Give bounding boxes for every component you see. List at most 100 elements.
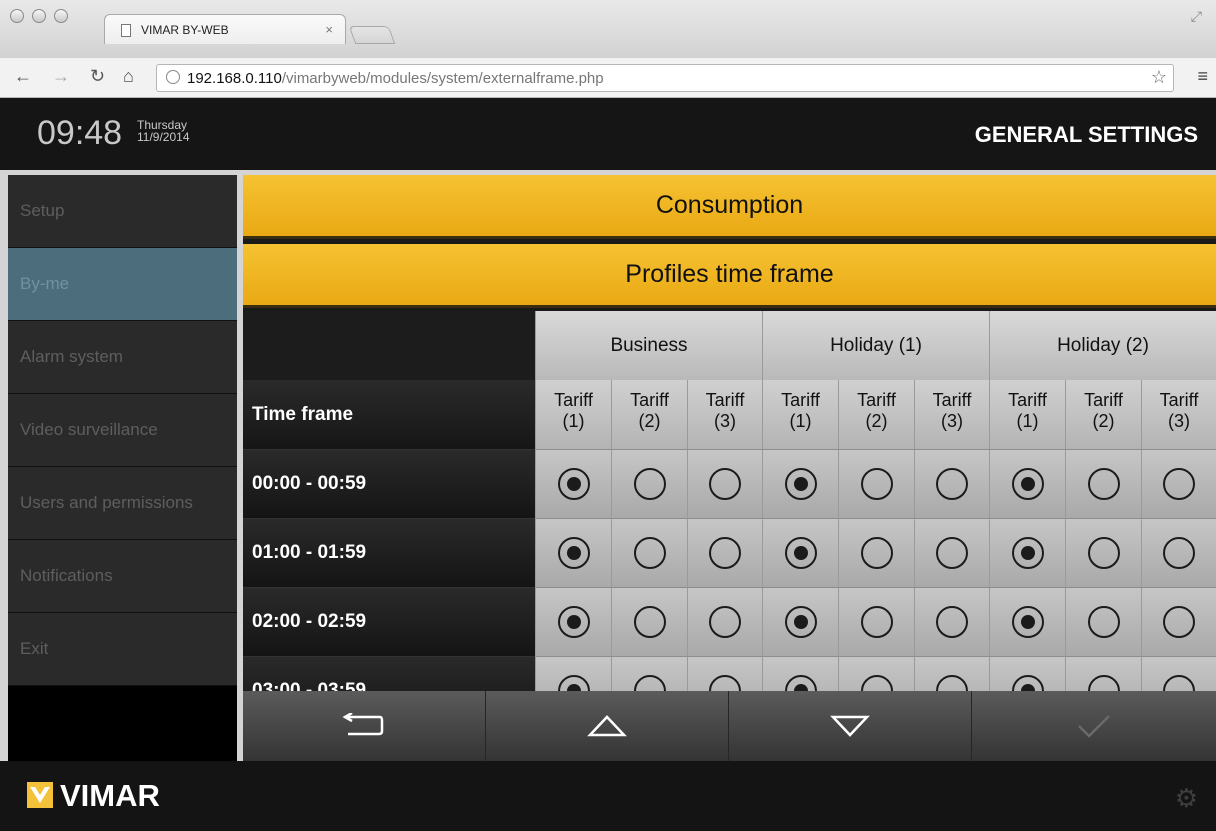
radio-empty-icon <box>709 675 741 691</box>
sidebar-item-notifications[interactable]: Notifications <box>8 540 237 613</box>
app-header: 09:48 Thursday 11/9/2014 GENERAL SETTING… <box>0 98 1216 170</box>
sidebar-item-video-surveillance[interactable]: Video surveillance <box>8 394 237 467</box>
tariff-radio-business-2[interactable] <box>611 587 687 656</box>
action-bar <box>243 691 1216 761</box>
radio-empty-icon <box>936 675 968 691</box>
tariff-radio-holiday-1-2[interactable] <box>838 449 914 518</box>
tariff-radio-holiday-2-3[interactable] <box>1141 518 1216 587</box>
tariff-radio-business-1[interactable] <box>535 449 611 518</box>
tariff-radio-business-1[interactable] <box>535 587 611 656</box>
browser-toolbar: ← → ↻ ⌂ 192.168.0.110/vimarbyweb/modules… <box>0 58 1216 98</box>
back-button[interactable] <box>243 691 486 761</box>
radio-selected-icon <box>784 468 817 500</box>
tariff-header-business-3: Tariff (3) <box>687 380 762 449</box>
tariff-radio-holiday-2-2[interactable] <box>1065 449 1141 518</box>
tariff-radio-holiday-2-1[interactable] <box>989 656 1065 691</box>
section-header[interactable]: Consumption <box>243 175 1216 239</box>
tariff-header-holiday-2-2: Tariff (2) <box>1065 380 1141 449</box>
tariff-radio-business-3[interactable] <box>687 518 762 587</box>
vimar-logo-icon <box>27 782 53 808</box>
tariff-radio-holiday-1-1[interactable] <box>762 656 838 691</box>
forward-icon[interactable]: → <box>52 66 70 87</box>
scroll-down-button[interactable] <box>729 691 972 761</box>
radio-selected-icon <box>784 675 817 691</box>
confirm-button[interactable] <box>972 691 1216 761</box>
back-icon <box>342 713 384 736</box>
window-zoom-button[interactable] <box>54 9 68 23</box>
fullscreen-icon[interactable]: ⤢ <box>1191 8 1202 25</box>
tariff-radio-holiday-2-1[interactable] <box>989 449 1065 518</box>
tariff-radio-holiday-1-1[interactable] <box>762 587 838 656</box>
tariff-radio-business-1[interactable] <box>535 656 611 691</box>
window-close-button[interactable] <box>10 9 24 23</box>
radio-selected-icon <box>1011 537 1044 569</box>
tariff-radio-business-1[interactable] <box>535 518 611 587</box>
tariff-radio-holiday-1-2[interactable] <box>838 656 914 691</box>
menu-icon[interactable]: ≡ <box>1197 66 1208 87</box>
tariff-radio-holiday-2-2[interactable] <box>1065 518 1141 587</box>
bookmark-star-icon[interactable]: ☆ <box>1151 67 1167 88</box>
subsection-header[interactable]: Profiles time frame <box>243 244 1216 308</box>
tariff-radio-holiday-2-2[interactable] <box>1065 656 1141 691</box>
tariff-header-holiday-1-3: Tariff (3) <box>914 380 989 449</box>
tariff-radio-holiday-1-2[interactable] <box>838 587 914 656</box>
tariff-radio-holiday-1-1[interactable] <box>762 518 838 587</box>
tariff-radio-business-2[interactable] <box>611 518 687 587</box>
tariff-radio-holiday-1-2[interactable] <box>838 518 914 587</box>
profile-header-business: Business <box>535 311 762 380</box>
tariff-radio-holiday-2-3[interactable] <box>1141 656 1216 691</box>
radio-empty-icon <box>1087 468 1120 500</box>
tab-close-icon[interactable]: × <box>325 22 333 37</box>
sidebar-item-alarm-system[interactable]: Alarm system <box>8 321 237 394</box>
radio-selected-icon <box>1011 675 1044 691</box>
radio-empty-icon <box>860 468 893 500</box>
reload-icon[interactable]: ↻ <box>90 66 105 87</box>
scroll-up-button[interactable] <box>486 691 729 761</box>
tariff-radio-business-3[interactable] <box>687 587 762 656</box>
radio-empty-icon <box>1163 606 1195 638</box>
address-bar[interactable]: 192.168.0.110/vimarbyweb/modules/system/… <box>156 64 1174 92</box>
new-tab-button[interactable] <box>348 26 396 44</box>
tariff-header-holiday-2-1: Tariff (1) <box>989 380 1065 449</box>
tariff-radio-business-3[interactable] <box>687 656 762 691</box>
brand-name: VIMAR <box>60 778 160 813</box>
tariff-radio-holiday-1-1[interactable] <box>762 449 838 518</box>
radio-empty-icon <box>633 606 666 638</box>
sidebar-item-setup[interactable]: Setup <box>8 175 237 248</box>
tariff-radio-holiday-1-3[interactable] <box>914 587 989 656</box>
radio-selected-icon <box>784 606 817 638</box>
tariff-radio-holiday-2-3[interactable] <box>1141 449 1216 518</box>
radio-empty-icon <box>1087 675 1120 691</box>
url-text: 192.168.0.110/vimarbyweb/modules/system/… <box>187 70 604 87</box>
page-title: GENERAL SETTINGS <box>974 122 1198 147</box>
home-icon[interactable]: ⌂ <box>123 66 134 87</box>
radio-empty-icon <box>1163 468 1195 500</box>
sidebar-item-exit[interactable]: Exit <box>8 613 237 686</box>
tariff-radio-holiday-1-3[interactable] <box>914 449 989 518</box>
sidebar-item-by-me[interactable]: By-me <box>8 248 237 321</box>
tab-title: VIMAR BY-WEB <box>141 23 229 37</box>
tariff-radio-business-3[interactable] <box>687 449 762 518</box>
back-icon[interactable]: ← <box>14 66 32 87</box>
tariff-radio-holiday-1-3[interactable] <box>914 656 989 691</box>
radio-empty-icon <box>1163 675 1195 691</box>
globe-icon <box>166 70 180 84</box>
gear-icon[interactable]: ⚙ <box>1175 783 1198 814</box>
tariff-radio-holiday-2-1[interactable] <box>989 518 1065 587</box>
tariff-radio-holiday-2-2[interactable] <box>1065 587 1141 656</box>
time-frame-header: Time frame <box>243 380 535 449</box>
sidebar-item-users-and-permissions[interactable]: Users and permissions <box>8 467 237 540</box>
row-label: 03:00 - 03:59 <box>243 656 535 691</box>
check-icon <box>1078 715 1110 738</box>
tariff-radio-business-2[interactable] <box>611 656 687 691</box>
browser-tab[interactable]: VIMAR BY-WEB × <box>104 14 346 44</box>
tariff-radio-holiday-1-3[interactable] <box>914 518 989 587</box>
app-footer: VIMAR ⚙ <box>0 761 1216 831</box>
window-minimize-button[interactable] <box>32 9 46 23</box>
radio-empty-icon <box>709 468 741 500</box>
tariff-radio-holiday-2-3[interactable] <box>1141 587 1216 656</box>
up-arrow-icon <box>587 715 627 737</box>
tariff-radio-business-2[interactable] <box>611 449 687 518</box>
url-path: /vimarbyweb/modules/system/externalframe… <box>281 70 604 87</box>
tariff-radio-holiday-2-1[interactable] <box>989 587 1065 656</box>
